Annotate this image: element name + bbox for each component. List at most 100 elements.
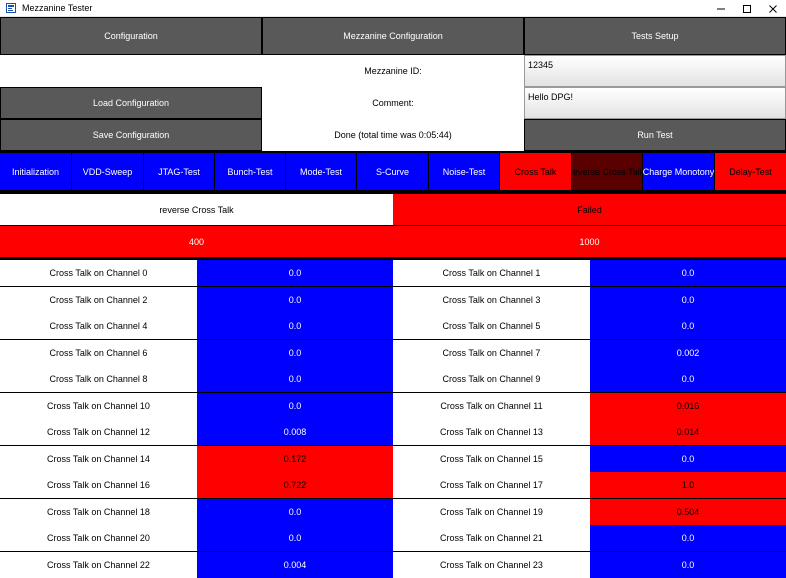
channel-value: 0.014 <box>590 419 786 445</box>
tab-label: Mode-Test <box>299 166 343 177</box>
channel-label: Cross Talk on Channel 8 <box>0 366 197 392</box>
title-bar: Mezzanine Tester <box>0 0 786 17</box>
channel-results-grid: Cross Talk on Channel 0 0.0 Cross Talk o… <box>0 260 786 578</box>
channel-value: 0.0 <box>590 260 786 286</box>
test-param-b: 1000 <box>393 226 786 257</box>
channel-value: 0.172 <box>197 445 393 472</box>
channel-label: Cross Talk on Channel 7 <box>393 339 590 366</box>
test-name: reverse Cross Talk <box>0 194 393 225</box>
channel-value: 0.0 <box>197 366 393 392</box>
channel-label: Cross Talk on Channel 9 <box>393 366 590 392</box>
minimize-icon <box>717 8 725 9</box>
tab-delay-test[interactable]: Delay-Test <box>715 153 786 190</box>
minimize-button[interactable] <box>708 0 734 17</box>
channel-row: Cross Talk on Channel 20 0.0 Cross Talk … <box>0 525 786 551</box>
channel-value: 0.0 <box>590 551 786 578</box>
maximize-icon <box>743 4 751 13</box>
tab-s-curve[interactable]: S-Curve <box>357 153 429 190</box>
channel-value: 0.0 <box>197 392 393 419</box>
channel-value: 0.0 <box>197 339 393 366</box>
channel-label: Cross Talk on Channel 19 <box>393 498 590 525</box>
tab-cross-talk[interactable]: Cross Talk <box>500 153 572 190</box>
channel-label: Cross Talk on Channel 21 <box>393 525 590 551</box>
tab-label: Charge Monotony <box>643 166 715 177</box>
close-icon <box>769 4 777 13</box>
tab-label: S-Curve <box>375 166 409 177</box>
channel-label: Cross Talk on Channel 0 <box>0 260 197 286</box>
channel-row: Cross Talk on Channel 12 0.008 Cross Tal… <box>0 419 786 445</box>
close-button[interactable] <box>760 0 786 17</box>
mezzanine-configuration-button[interactable]: Mezzanine Configuration <box>262 17 524 55</box>
tab-vdd-sweep[interactable]: VDD-Sweep <box>72 153 144 190</box>
tab-label: Noise-Test <box>442 166 486 177</box>
tab-label: VDD-Sweep <box>82 166 133 177</box>
channel-label: Cross Talk on Channel 13 <box>393 419 590 445</box>
channel-value: 0.004 <box>197 551 393 578</box>
mezzanine-id-label: Mezzanine ID: <box>262 55 524 87</box>
tab-label: Delay-Test <box>729 166 772 177</box>
tab-label: Bunch-Test <box>227 166 273 177</box>
comment-input[interactable]: Hello DPG! <box>524 87 786 119</box>
tab-noise-test[interactable]: Noise-Test <box>429 153 500 190</box>
channel-row: Cross Talk on Channel 18 0.0 Cross Talk … <box>0 498 786 525</box>
tests-setup-button[interactable]: Tests Setup <box>524 17 786 55</box>
channel-label: Cross Talk on Channel 1 <box>393 260 590 286</box>
tab-label: JTAG-Test <box>158 166 200 177</box>
channel-label: Cross Talk on Channel 16 <box>0 472 197 498</box>
channel-label: Cross Talk on Channel 20 <box>0 525 197 551</box>
channel-value: 0.008 <box>197 419 393 445</box>
channel-value: 0.0 <box>197 260 393 286</box>
channel-label: Cross Talk on Channel 18 <box>0 498 197 525</box>
tab-mode-test[interactable]: Mode-Test <box>286 153 357 190</box>
config-blank-area <box>0 55 262 87</box>
channel-value: 0.0 <box>197 286 393 313</box>
mezzanine-id-input[interactable]: 12345 <box>524 55 786 87</box>
channel-label: Cross Talk on Channel 2 <box>0 286 197 313</box>
channel-label: Cross Talk on Channel 6 <box>0 339 197 366</box>
tab-initialization[interactable]: Initialization <box>0 153 72 190</box>
tab-jtag-test[interactable]: JTAG-Test <box>144 153 215 190</box>
channel-value: 0.0 <box>590 445 786 472</box>
channel-label: Cross Talk on Channel 14 <box>0 445 197 472</box>
channel-label: Cross Talk on Channel 15 <box>393 445 590 472</box>
channel-value: 0.0 <box>197 498 393 525</box>
channel-row: Cross Talk on Channel 0 0.0 Cross Talk o… <box>0 260 786 286</box>
app-window-icon <box>6 3 16 13</box>
channel-row: Cross Talk on Channel 8 0.0 Cross Talk o… <box>0 366 786 392</box>
channel-value: 0.0 <box>590 286 786 313</box>
load-configuration-button[interactable]: Load Configuration <box>0 87 262 119</box>
channel-row: Cross Talk on Channel 14 0.172 Cross Tal… <box>0 445 786 472</box>
channel-value: 0.0 <box>197 525 393 551</box>
configuration-button[interactable]: Configuration <box>0 17 262 55</box>
channel-value: 0.0 <box>590 313 786 339</box>
channel-value: 0.002 <box>590 339 786 366</box>
save-configuration-button[interactable]: Save Configuration <box>0 119 262 151</box>
tab-charge-monotony[interactable]: Charge Monotony <box>643 153 715 190</box>
channel-row: Cross Talk on Channel 22 0.004 Cross Tal… <box>0 551 786 578</box>
channel-row: Cross Talk on Channel 4 0.0 Cross Talk o… <box>0 313 786 339</box>
tab-reverse-cross-talk[interactable]: reverse Cross Talk <box>572 153 643 190</box>
run-test-button[interactable]: Run Test <box>524 119 786 151</box>
channel-label: Cross Talk on Channel 12 <box>0 419 197 445</box>
tab-label: Initialization <box>11 166 60 177</box>
channel-value: 0.504 <box>590 498 786 525</box>
window-title: Mezzanine Tester <box>22 3 93 13</box>
test-result: Failed <box>393 194 786 225</box>
channel-row: Cross Talk on Channel 6 0.0 Cross Talk o… <box>0 339 786 366</box>
channel-label: Cross Talk on Channel 10 <box>0 392 197 419</box>
tab-bunch-test[interactable]: Bunch-Test <box>215 153 286 190</box>
channel-label: Cross Talk on Channel 5 <box>393 313 590 339</box>
channel-row: Cross Talk on Channel 16 0.722 Cross Tal… <box>0 472 786 498</box>
channel-label: Cross Talk on Channel 22 <box>0 551 197 578</box>
channel-value: 0.016 <box>590 392 786 419</box>
tab-label: reverse Cross Talk <box>572 166 643 177</box>
channel-value: 0.0 <box>197 313 393 339</box>
maximize-button[interactable] <box>734 0 760 17</box>
channel-label: Cross Talk on Channel 17 <box>393 472 590 498</box>
channel-label: Cross Talk on Channel 3 <box>393 286 590 313</box>
channel-label: Cross Talk on Channel 11 <box>393 392 590 419</box>
status-text: Done (total time was 0:05:44) <box>262 119 524 151</box>
channel-row: Cross Talk on Channel 10 0.0 Cross Talk … <box>0 392 786 419</box>
test-param-a: 400 <box>0 226 393 257</box>
channel-value: 0.0 <box>590 525 786 551</box>
